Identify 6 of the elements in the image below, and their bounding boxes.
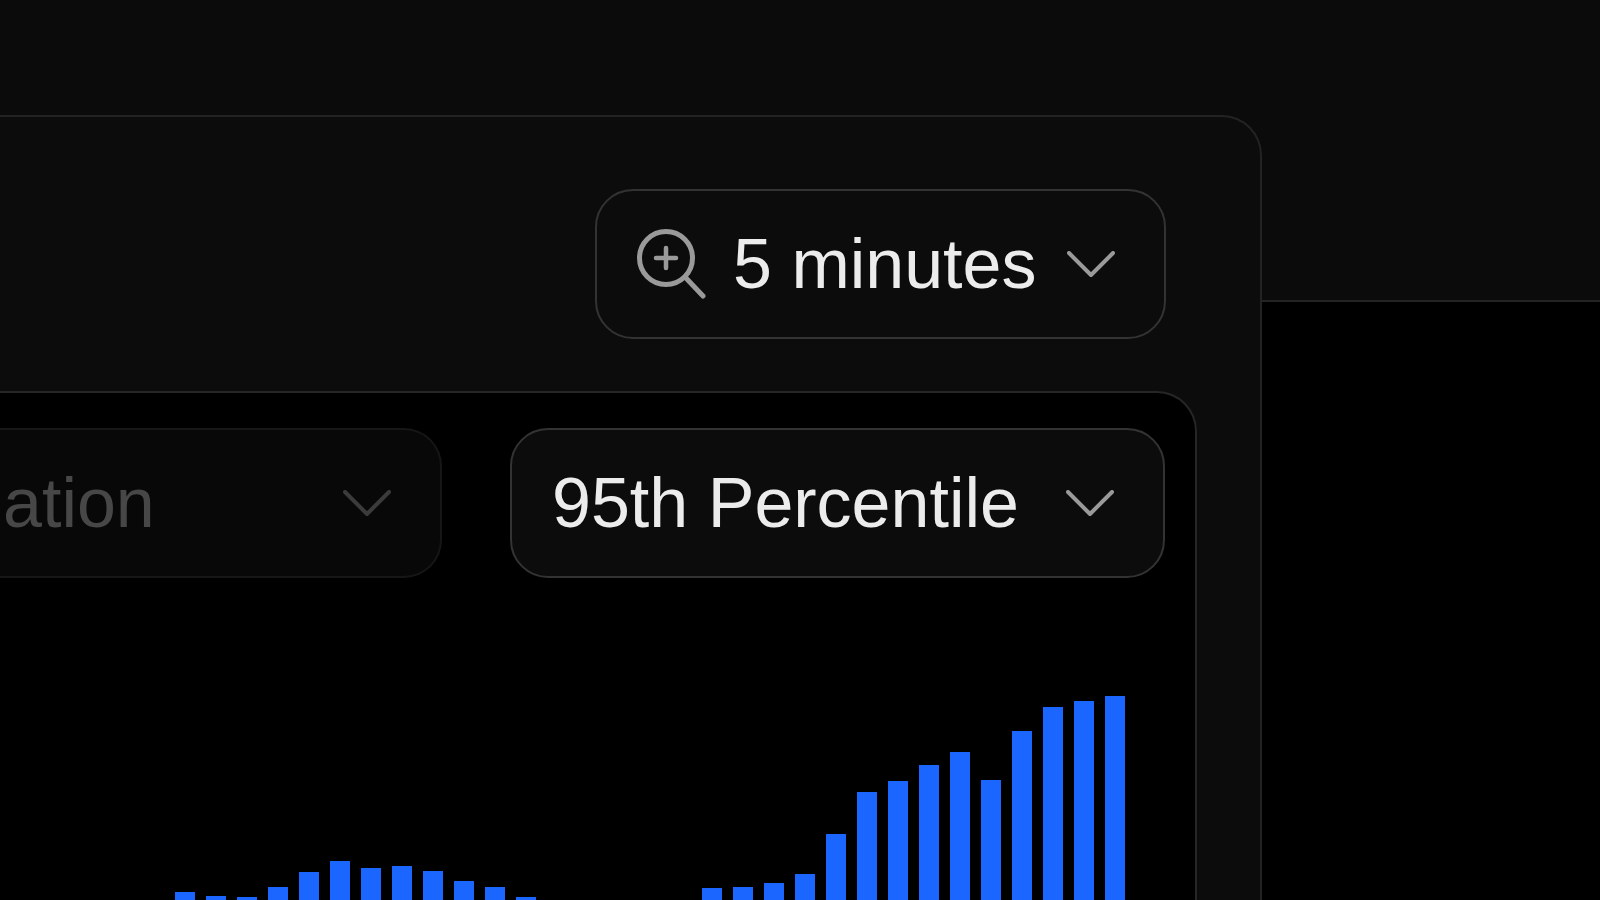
chevron-down-icon <box>343 489 391 517</box>
chevron-down-icon <box>1067 250 1115 278</box>
zoom-in-icon <box>637 229 706 299</box>
dropdown[interactable]: 95th Percentile <box>510 428 1165 578</box>
chevron-down-icon <box>1066 489 1114 517</box>
dropdown[interactable]: 5 minutes <box>595 189 1166 339</box>
